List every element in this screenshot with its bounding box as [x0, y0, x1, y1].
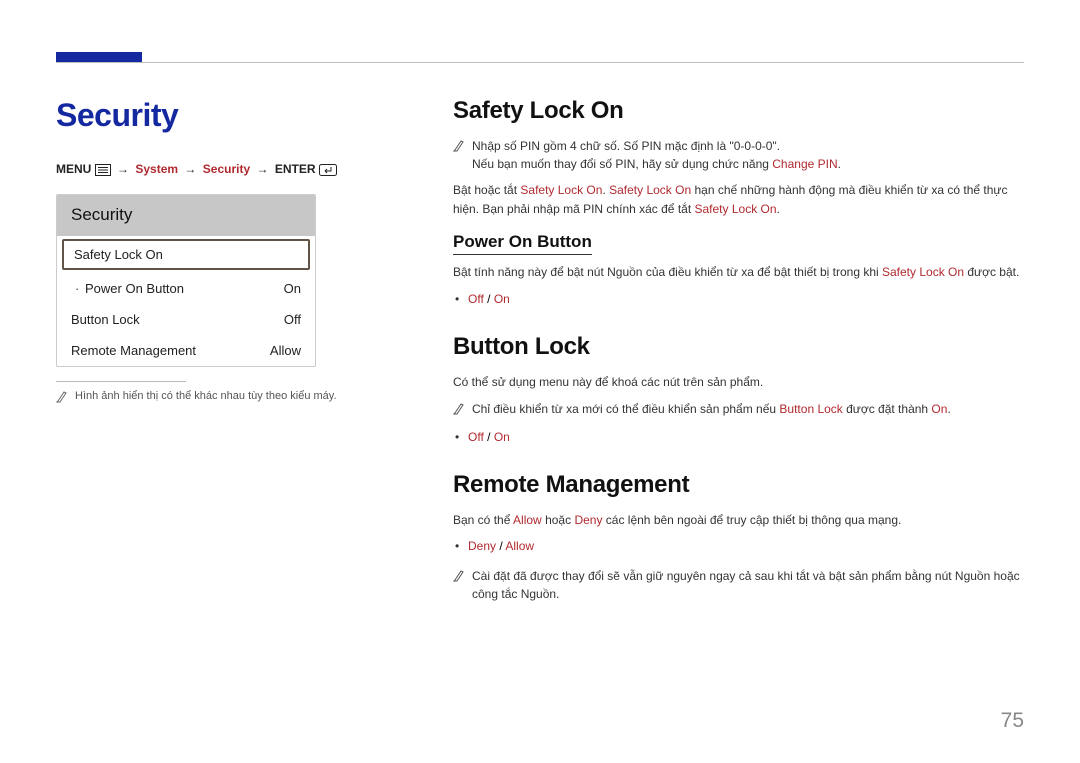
note-text: Cài đặt đã được thay đổi sẽ vẫn giữ nguy… [472, 567, 1024, 603]
option-off-on: Off / On [468, 428, 1024, 447]
menu-row-value: On [284, 281, 301, 296]
txt: . [947, 402, 950, 416]
remote-paragraph: Bạn có thể Allow hoặc Deny các lệnh bên … [453, 511, 1024, 530]
breadcrumb-arrow: → [184, 162, 196, 176]
note-text: Nhập số PIN gồm 4 chữ số. Số PIN mặc địn… [472, 137, 1024, 173]
txt-allow: Allow [505, 539, 534, 553]
txt: Safety Lock On [520, 183, 602, 197]
page-title: Security [56, 97, 401, 134]
note-pin: Nhập số PIN gồm 4 chữ số. Số PIN mặc địn… [453, 137, 1024, 173]
txt: / [484, 430, 494, 444]
subsection-power-on-button: Power On Button [453, 232, 592, 255]
safety-paragraph: Bật hoặc tắt Safety Lock On. Safety Lock… [453, 181, 1024, 218]
section-safety-lock-on: Safety Lock On [453, 97, 1024, 125]
page-top-marker [56, 52, 142, 62]
txt: . [838, 157, 841, 171]
menu-icon [95, 164, 111, 176]
note-icon [56, 389, 68, 409]
menu-row-label: Button Lock [71, 312, 140, 327]
page-number: 75 [1001, 709, 1024, 733]
txt: Bật hoặc tắt [453, 183, 520, 197]
section-button-lock: Button Lock [453, 333, 1024, 361]
txt: On [931, 402, 947, 416]
menu-row-label: Safety Lock On [74, 247, 163, 262]
settings-menu-mock: Security Safety Lock On Power On Button … [56, 194, 316, 367]
page-top-rule [56, 62, 1024, 63]
note-icon [453, 568, 465, 587]
right-column: Safety Lock On Nhập số PIN gồm 4 chữ số.… [453, 97, 1024, 611]
remote-options: Deny / Allow [453, 537, 1024, 556]
breadcrumb-system: System [135, 162, 178, 176]
section-remote-management: Remote Management [453, 471, 1024, 499]
txt: / [484, 292, 494, 306]
txt-on: On [494, 292, 510, 306]
power-options: Off / On [453, 290, 1024, 309]
txt: được bật. [964, 265, 1019, 279]
btnlock-paragraph: Có thể sử dụng menu này để khoá các nút … [453, 373, 1024, 392]
option-deny-allow: Deny / Allow [468, 537, 1024, 556]
txt: Safety Lock On [695, 202, 777, 216]
txt: Bật tính năng này để bật nút Nguồn của đ… [453, 265, 882, 279]
txt: hoặc [542, 513, 575, 527]
note-btnlock: Chỉ điều khiển từ xa mới có thể điều khi… [453, 400, 1024, 420]
footnote-divider [56, 381, 186, 382]
breadcrumb-security: Security [203, 162, 250, 176]
menu-header: Security [57, 195, 315, 236]
breadcrumb-arrow: → [256, 162, 268, 176]
txt: / [496, 539, 505, 553]
option-off-on: Off / On [468, 290, 1024, 309]
left-column: Security MENU → System → Security → ENTE… [56, 97, 401, 611]
txt: Button Lock [779, 402, 842, 416]
menu-row-safety-lock-on[interactable]: Safety Lock On [62, 239, 310, 270]
menu-row-button-lock[interactable]: Button Lock Off [57, 304, 315, 335]
txt: Nhập số PIN gồm 4 chữ số. Số PIN mặc địn… [472, 139, 780, 153]
txt-off: Off [468, 292, 484, 306]
txt: Allow [513, 513, 542, 527]
txt: Bạn có thể [453, 513, 513, 527]
footnote: Hình ảnh hiển thị có thể khác nhau tùy t… [56, 388, 401, 409]
note-text: Chỉ điều khiển từ xa mới có thể điều khi… [472, 400, 1024, 418]
menu-row-value: Off [284, 312, 301, 327]
breadcrumb: MENU → System → Security → ENTER [56, 162, 401, 176]
footnote-text: Hình ảnh hiển thị có thể khác nhau tùy t… [75, 388, 401, 405]
note-icon [453, 138, 465, 157]
menu-row-value: Allow [270, 343, 301, 358]
power-paragraph: Bật tính năng này để bật nút Nguồn của đ… [453, 263, 1024, 282]
txt: các lệnh bên ngoài để truy cập thiết bị … [602, 513, 901, 527]
menu-row-power-on-button[interactable]: Power On Button On [57, 273, 315, 304]
txt: được đặt thành [843, 402, 932, 416]
txt-off: Off [468, 430, 484, 444]
note-remote: Cài đặt đã được thay đổi sẽ vẫn giữ nguy… [453, 567, 1024, 603]
txt-change-pin: Change PIN [772, 157, 837, 171]
breadcrumb-arrow: → [117, 162, 129, 176]
txt: Nếu bạn muốn thay đổi số PIN, hãy sử dụn… [472, 157, 772, 171]
txt: Safety Lock On [882, 265, 964, 279]
menu-row-label: Remote Management [71, 343, 196, 358]
btnlock-options: Off / On [453, 428, 1024, 447]
enter-icon [319, 164, 337, 176]
txt: Chỉ điều khiển từ xa mới có thể điều khi… [472, 402, 779, 416]
menu-row-remote-management[interactable]: Remote Management Allow [57, 335, 315, 366]
menu-row-label: Power On Button [85, 281, 184, 296]
breadcrumb-enter: ENTER [275, 162, 316, 176]
txt: . [777, 202, 780, 216]
txt: Safety Lock On [609, 183, 691, 197]
txt-deny: Deny [468, 539, 496, 553]
breadcrumb-menu: MENU [56, 162, 91, 176]
txt-on: On [494, 430, 510, 444]
txt: Deny [574, 513, 602, 527]
note-icon [453, 401, 465, 420]
